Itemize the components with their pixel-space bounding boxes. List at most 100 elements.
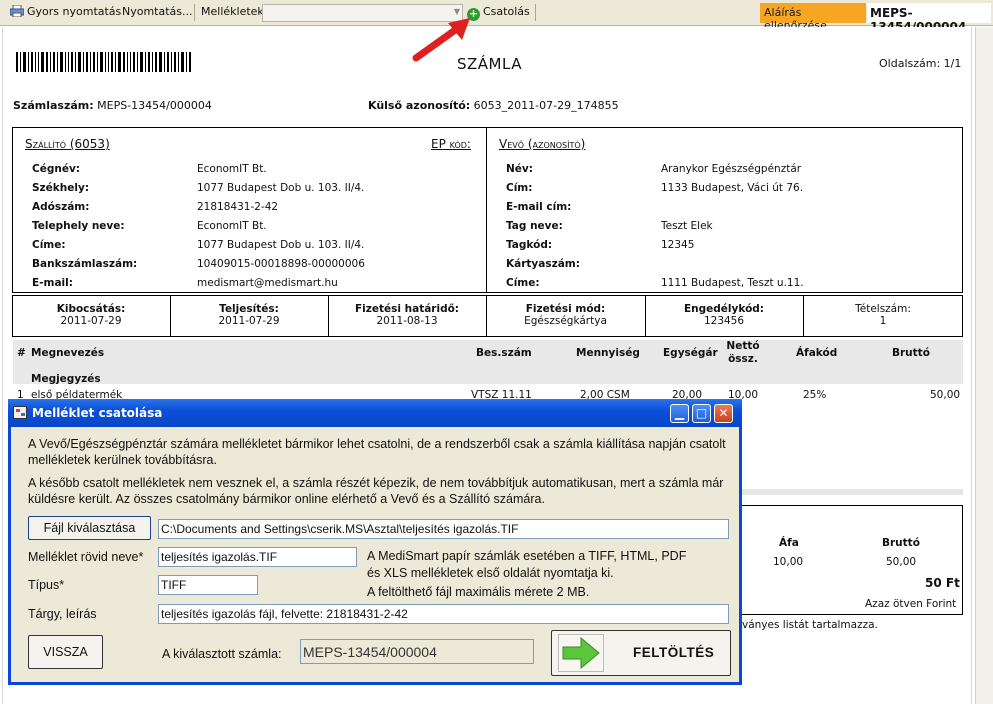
type-label: Típus* (28, 578, 65, 592)
subject-label: Tárgy, leírás (28, 607, 97, 621)
buyer-label: Címe: (506, 277, 540, 289)
col-net-total: Nettó össz. (726, 340, 760, 365)
date-label: Engedélykód: (684, 303, 764, 315)
col-gross: Bruttó (892, 347, 930, 359)
info-line-3: A feltölthető fájl maximális mérete 2 MB… (367, 585, 590, 599)
select-file-button[interactable]: Fájl kiválasztása (28, 516, 151, 540)
document-id: MEPS-13454/000004 (867, 3, 991, 34)
dialog-info-text-2: A később csatolt mellékletek nem vesznek… (28, 476, 724, 506)
supplier-value: 21818431-2-42 (197, 201, 279, 213)
summary-vat-value: 10,00 (773, 556, 804, 568)
col-name: Megnevezés (31, 347, 105, 359)
toolbar-separator (535, 4, 536, 21)
upload-button[interactable]: FELTÖLTÉS (551, 630, 731, 676)
type-field[interactable]: TIFF (158, 575, 258, 595)
supplier-value: 1077 Budapest Dob u. 103. II/4. (197, 239, 365, 251)
date-cell: Fizetési határidő: 2011-08-13 (328, 303, 486, 327)
invoice-number-value: MEPS-13454/000004 (97, 99, 212, 112)
invoice-number-label: Számlaszám: (13, 99, 94, 112)
attachments-label: Mellékletek: (201, 5, 268, 18)
vertical-scrollbar[interactable] (975, 27, 993, 704)
summary-bar (742, 489, 963, 495)
date-cell: Teljesítés: 2011-07-29 (170, 303, 328, 327)
supplier-heading: Szállító (6053) (25, 137, 110, 151)
dialog-title: Melléklet csatolása (32, 406, 163, 420)
dialog-info-text-1: A Vevő/Egészségpénztár számára melléklet… (28, 437, 726, 467)
minimize-button[interactable]: ▁ (670, 404, 689, 423)
item-gross: 50,00 (930, 389, 961, 401)
date-value: 2011-07-29 (60, 315, 122, 327)
close-button[interactable]: ✕ (714, 404, 733, 423)
supplier-value: 1077 Budapest Dob u. 103. II/4. (197, 182, 365, 194)
buyer-value: 12345 (661, 239, 695, 251)
buyer-heading: Vevő (azonosító) (499, 137, 586, 151)
col-quantity: Mennyiség (576, 347, 640, 359)
print-button[interactable]: Nyomtatás... (122, 5, 193, 18)
short-name-field[interactable]: teljesítés igazolás.TIF (158, 547, 357, 567)
buyer-label: E-mail cím: (506, 201, 572, 213)
col-order-no: Bes.szám (476, 347, 532, 359)
subject-field[interactable]: teljesítés igazolás fájl, felvette: 2181… (158, 604, 729, 624)
supplier-label: Bankszámlaszám: (32, 258, 138, 270)
back-button[interactable]: VISSZA (28, 635, 103, 669)
signature-check-button[interactable]: Aláírás ellenőrzése (760, 3, 866, 32)
supplier-value: medismart@medismart.hu (197, 277, 338, 289)
minimize-icon: ▁ (674, 406, 685, 420)
close-icon: ✕ (718, 406, 729, 420)
date-value: 2011-07-29 (218, 315, 280, 327)
col-note: Megjegyzés (31, 373, 101, 385)
buyer-value: Aranykor Egészségpénztár (661, 163, 802, 175)
date-label: Fizetési határidő: (354, 303, 460, 315)
date-value: 2011-08-13 (376, 315, 438, 327)
summary-vat-label: Áfa (779, 537, 799, 549)
date-cell: Tételszám: 1 (803, 303, 963, 327)
external-id-value: 6053_2011-07-29_174855 (473, 99, 619, 112)
info-line-1: A MediSmart papír számlák esetében a TIF… (367, 549, 687, 563)
buyer-value: 1111 Budapest, Teszt u.11. (661, 277, 804, 289)
toolbar: Gyors nyomtatás Nyomtatás... Mellékletek… (0, 0, 993, 34)
supplier-value: EconomIT Bt. (197, 163, 267, 175)
supplier-value: EconomIT Bt. (197, 220, 267, 232)
buyer-value: 1133 Budapest, Váci út 76. (661, 182, 804, 194)
quick-print-label: Gyors nyomtatás (27, 5, 122, 18)
date-cell: Engedélykód: 123456 (645, 303, 803, 327)
date-label: Teljesítés: (219, 303, 279, 315)
selected-invoice-field: MEPS-13454/000004 (300, 639, 534, 664)
buyer-label: Név: (506, 163, 533, 175)
buyer-label: Cím: (506, 182, 533, 194)
arrow-right-icon (558, 634, 604, 672)
col-unit-price: Egységár (663, 347, 718, 359)
attach-button[interactable]: + Csatolás (467, 5, 530, 21)
date-label: Fizetési mód: (525, 303, 606, 315)
buyer-label: Kártyaszám: (506, 258, 580, 270)
item-vat: 25% (803, 389, 827, 401)
supplier-label: Adószám: (32, 201, 90, 213)
date-label: Kibocsátás: (56, 303, 126, 315)
maximize-button[interactable]: □ (692, 404, 711, 423)
summary-total-words: Azaz ötven Forint (865, 598, 957, 610)
file-path-field[interactable]: C:\Documents and Settings\cserik.MS\Aszt… (158, 519, 729, 539)
buyer-value: Teszt Elek (661, 220, 713, 232)
info-line-2: és XLS mellékletek első oldalát nyomtatj… (367, 566, 614, 580)
ep-code-label: EP kód: (431, 137, 471, 151)
date-value: 1 (879, 315, 887, 327)
upload-label: FELTÖLTÉS (633, 645, 715, 660)
buyer-label: Tagkód: (506, 239, 553, 251)
supplier-label: Székhely: (32, 182, 90, 194)
date-cell: Kibocsátás: 2011-07-29 (12, 303, 170, 327)
date-label: Tételszám: (855, 303, 911, 315)
dialog-title-bar[interactable]: Melléklet csatolása ▁ □ ✕ (8, 399, 742, 427)
buyer-label: Tag neve: (506, 220, 563, 232)
supplier-label: Cégnév: (32, 163, 80, 175)
printer-icon (9, 4, 25, 18)
parties-box (12, 127, 963, 293)
barcode (16, 52, 216, 72)
date-value: Egészségkártya (524, 315, 607, 327)
supplier-label: Címe: (32, 239, 66, 251)
summary-total: 50 Ft (925, 576, 960, 590)
quick-print-button[interactable]: Gyors nyomtatás (9, 4, 122, 18)
date-value: 123456 (703, 315, 745, 327)
external-id-label: Külső azonosító: (368, 99, 471, 112)
supplier-value: 10409015-00018898-00000006 (197, 258, 365, 270)
red-arrow-annotation (412, 18, 470, 62)
